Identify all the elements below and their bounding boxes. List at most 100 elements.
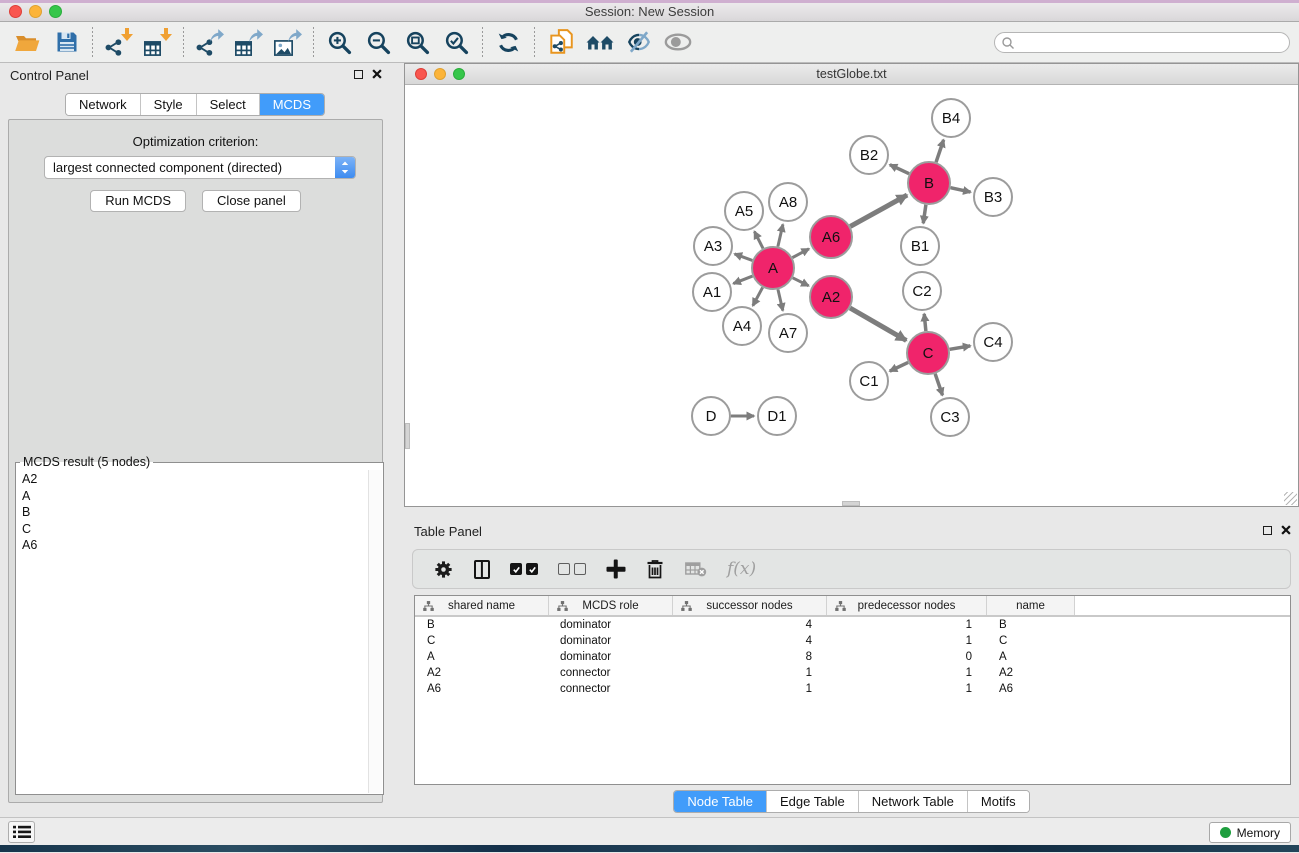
node-A3[interactable]: A3 xyxy=(694,227,732,265)
node-B3[interactable]: B3 xyxy=(974,178,1012,216)
table-cell[interactable]: connector xyxy=(549,681,673,697)
table-cell[interactable]: connector xyxy=(549,665,673,681)
table-cell[interactable]: A xyxy=(415,649,549,665)
zoom-selected-button[interactable] xyxy=(437,25,476,59)
edge-A-A1[interactable] xyxy=(733,276,752,284)
export-image-button[interactable] xyxy=(268,25,307,59)
search-input[interactable] xyxy=(994,32,1290,53)
export-table-button[interactable] xyxy=(229,25,268,59)
table-cell[interactable]: B xyxy=(415,617,549,633)
edge-A-A4[interactable] xyxy=(753,287,763,305)
node-C3[interactable]: C3 xyxy=(931,398,969,436)
tab-node-table[interactable]: Node Table xyxy=(674,791,767,812)
network-window-titlebar[interactable]: testGlobe.txt xyxy=(405,64,1298,85)
table-cell[interactable]: 1 xyxy=(827,665,987,681)
edge-C-C1[interactable] xyxy=(890,362,908,371)
tab-select[interactable]: Select xyxy=(197,94,260,115)
node-B1[interactable]: B1 xyxy=(901,227,939,265)
edge-A-A3[interactable] xyxy=(735,254,753,261)
result-item-c[interactable]: C xyxy=(16,521,368,538)
node-A8[interactable]: A8 xyxy=(769,183,807,221)
tab-motifs[interactable]: Motifs xyxy=(968,791,1029,812)
table-cell[interactable]: 4 xyxy=(673,633,827,649)
result-item-a6[interactable]: A6 xyxy=(16,537,368,554)
open-session-button[interactable] xyxy=(8,25,47,59)
node-A6[interactable]: A6 xyxy=(810,216,852,258)
node-D1[interactable]: D1 xyxy=(758,397,796,435)
node-A7[interactable]: A7 xyxy=(769,314,807,352)
table-cell[interactable]: 1 xyxy=(827,681,987,697)
node-D[interactable]: D xyxy=(692,397,730,435)
duplicate-network-button[interactable] xyxy=(541,25,580,59)
home-button[interactable] xyxy=(580,25,619,59)
edge-A2-C[interactable] xyxy=(850,308,906,341)
tab-network[interactable]: Network xyxy=(66,94,141,115)
select-all-columns-button[interactable] xyxy=(510,563,538,575)
canvas-vertical-scroll-thumb[interactable] xyxy=(405,423,410,449)
export-network-button[interactable] xyxy=(190,25,229,59)
table-cell[interactable]: C xyxy=(987,633,1075,649)
refresh-button[interactable] xyxy=(489,25,528,59)
result-scrollbar[interactable] xyxy=(368,470,382,793)
table-cell[interactable]: A2 xyxy=(415,665,549,681)
table-settings-button[interactable] xyxy=(433,559,454,580)
table-cell[interactable]: A xyxy=(987,649,1075,665)
table-row[interactable]: A6connector11A6 xyxy=(415,681,1290,697)
node-A1[interactable]: A1 xyxy=(693,273,731,311)
node-B4[interactable]: B4 xyxy=(932,99,970,137)
table-cell[interactable]: dominator xyxy=(549,617,673,633)
node-A4[interactable]: A4 xyxy=(723,307,761,345)
result-item-a[interactable]: A xyxy=(16,488,368,505)
edge-C-C4[interactable] xyxy=(950,346,971,349)
edge-A-A8[interactable] xyxy=(778,224,783,246)
table-cell[interactable]: 4 xyxy=(673,617,827,633)
zoom-out-button[interactable] xyxy=(359,25,398,59)
show-columns-button[interactable] xyxy=(474,560,490,579)
result-item-a2[interactable]: A2 xyxy=(16,471,368,488)
node-C[interactable]: C xyxy=(907,332,949,374)
float-panel-icon[interactable] xyxy=(354,70,363,79)
table-cell[interactable]: 0 xyxy=(827,649,987,665)
node-B2[interactable]: B2 xyxy=(850,136,888,174)
column-header-predecessor-nodes[interactable]: predecessor nodes xyxy=(827,596,987,615)
node-C2[interactable]: C2 xyxy=(903,272,941,310)
node-B[interactable]: B xyxy=(908,162,950,204)
task-history-button[interactable] xyxy=(8,821,35,843)
import-network-button[interactable] xyxy=(99,25,138,59)
table-cell[interactable]: A6 xyxy=(415,681,549,697)
edge-C-C3[interactable] xyxy=(935,374,942,395)
memory-button[interactable]: Memory xyxy=(1209,822,1291,843)
table-cell[interactable]: 1 xyxy=(827,617,987,633)
table-row[interactable]: Cdominator41C xyxy=(415,633,1290,649)
edge-B-B3[interactable] xyxy=(950,188,970,192)
canvas-horizontal-scroll-thumb[interactable] xyxy=(842,501,860,506)
table-cell[interactable]: 1 xyxy=(673,681,827,697)
node-A[interactable]: A xyxy=(752,247,794,289)
edge-B-B4[interactable] xyxy=(936,140,944,162)
create-column-button[interactable] xyxy=(606,560,625,579)
table-cell[interactable]: dominator xyxy=(549,649,673,665)
import-table-button[interactable] xyxy=(138,25,177,59)
table-cell[interactable]: A2 xyxy=(987,665,1075,681)
close-table-panel-icon[interactable] xyxy=(1281,525,1291,535)
column-header-MCDS-role[interactable]: MCDS role xyxy=(549,596,673,615)
tab-edge-table[interactable]: Edge Table xyxy=(767,791,859,812)
table-row[interactable]: Bdominator41B xyxy=(415,617,1290,633)
close-panel-icon[interactable] xyxy=(372,69,382,79)
edge-A-A5[interactable] xyxy=(754,231,763,248)
edge-B-B2[interactable] xyxy=(890,165,909,174)
edge-A-A6[interactable] xyxy=(792,249,809,258)
column-header-shared-name[interactable]: shared name xyxy=(415,596,549,615)
table-cell[interactable]: C xyxy=(415,633,549,649)
run-mcds-button[interactable]: Run MCDS xyxy=(90,190,186,212)
tab-style[interactable]: Style xyxy=(141,94,197,115)
node-C4[interactable]: C4 xyxy=(974,323,1012,361)
tab-network-table[interactable]: Network Table xyxy=(859,791,968,812)
table-row[interactable]: A2connector11A2 xyxy=(415,665,1290,681)
edge-A6-B[interactable] xyxy=(850,195,907,226)
zoom-fit-button[interactable] xyxy=(398,25,437,59)
float-table-panel-icon[interactable] xyxy=(1263,526,1272,535)
edge-C-C2[interactable] xyxy=(924,314,926,331)
table-cell[interactable]: A6 xyxy=(987,681,1075,697)
birds-eye-button[interactable] xyxy=(658,25,697,59)
